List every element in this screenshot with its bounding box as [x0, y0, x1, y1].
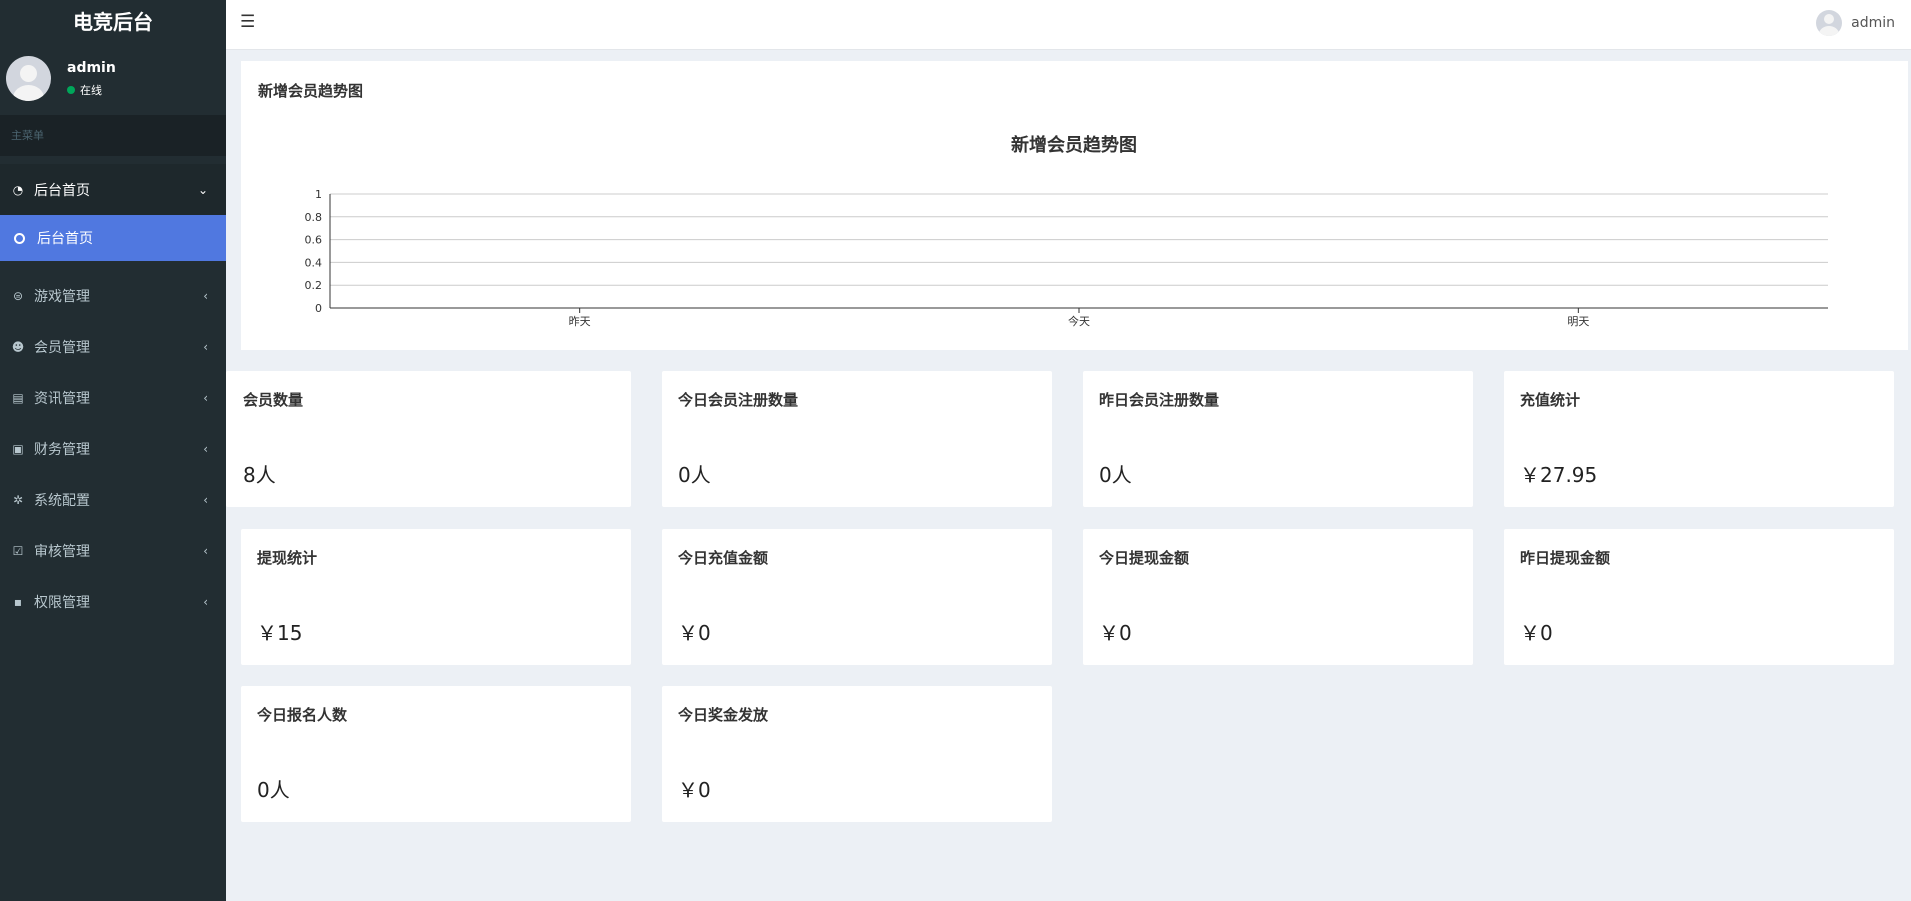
- y-tick-label: 0.8: [305, 211, 323, 224]
- y-tick-label: 0: [315, 302, 322, 315]
- stat-card-value: 8人: [243, 463, 276, 487]
- stat-card: 昨日会员注册数量 0人: [1083, 371, 1473, 507]
- sidebar-item-0[interactable]: ⊜ 游戏管理 ‹: [0, 270, 226, 321]
- sidebar: 电竞后台 admin 在线 主菜单 ◔ 后台首页 ⌄ 后台首页 ⊜ 游戏管理 ‹ ☻ 会…: [0, 0, 226, 901]
- sidebar-item-5[interactable]: ☑ 审核管理 ‹: [0, 525, 226, 576]
- stat-card: 提现统计 ￥15: [241, 529, 631, 665]
- stat-card-title: 昨日会员注册数量: [1099, 391, 1220, 409]
- top-user-menu[interactable]: admin: [1816, 10, 1895, 36]
- sidebar-item-label: 游戏管理: [34, 288, 90, 305]
- gamepad-icon: ⊜: [12, 288, 24, 303]
- sidebar-item-label: 后台首页: [34, 182, 90, 199]
- member-trend-chart: 新增会员趋势图 0 0.2 0.4 0.6 0.8 1 昨天 今天 明天: [305, 134, 1828, 328]
- gear-icon: ✲: [12, 492, 24, 507]
- stat-card-title: 昨日提现金额: [1520, 549, 1611, 567]
- sidebar-item-2[interactable]: ▤ 资讯管理 ‹: [0, 372, 226, 423]
- sidebar-item-label: 资讯管理: [34, 390, 90, 407]
- user-panel: admin 在线: [0, 41, 226, 116]
- sidebar-item-dashboard[interactable]: ◔ 后台首页 ⌄: [0, 164, 226, 215]
- sidebar-item-label: 审核管理: [34, 543, 90, 560]
- users-icon: ☻: [11, 339, 25, 354]
- y-tick-label: 0.2: [305, 279, 323, 292]
- sidebar-item-3[interactable]: ▣ 财务管理 ‹: [0, 423, 226, 474]
- stat-card-value: ￥0: [678, 778, 711, 802]
- top-user-name: admin: [1851, 15, 1895, 31]
- menu-toggle-icon[interactable]: ☰: [240, 12, 255, 32]
- newspaper-icon: ▤: [12, 390, 24, 405]
- y-tick-label: 0.6: [305, 234, 323, 247]
- x-tick-label: 明天: [1567, 315, 1589, 328]
- stat-card-title: 充值统计: [1520, 391, 1581, 409]
- sidebar-subitem-dashboard[interactable]: 后台首页: [0, 215, 226, 261]
- stat-card-value: ￥15: [257, 621, 303, 645]
- x-tick-label: 今天: [1068, 314, 1090, 328]
- sidebar-item-label: 会员管理: [34, 339, 90, 356]
- chevron-left-icon: ‹: [203, 390, 208, 405]
- sidebar-item-label: 权限管理: [34, 594, 90, 611]
- stat-card-value: 0人: [257, 778, 290, 802]
- chevron-left-icon: ‹: [203, 492, 208, 507]
- stat-card-value: ￥0: [1520, 621, 1553, 645]
- stat-card: 今日报名人数 0人: [241, 686, 631, 822]
- stat-card-value: 0人: [1099, 463, 1132, 487]
- chart-title: 新增会员趋势图: [1011, 134, 1137, 156]
- chevron-left-icon: ‹: [203, 339, 208, 354]
- sidebar-item-4[interactable]: ✲ 系统配置 ‹: [0, 474, 226, 525]
- stat-card-value: ￥0: [1099, 621, 1132, 645]
- sidebar-item-label: 系统配置: [34, 492, 90, 509]
- sidebar-item-1[interactable]: ☻ 会员管理 ‹: [0, 321, 226, 372]
- online-dot-icon: [67, 85, 75, 94]
- chevron-left-icon: ‹: [203, 594, 208, 609]
- stat-card: 今日奖金发放 ￥0: [662, 686, 1052, 822]
- stat-card: 今日提现金额 ￥0: [1083, 529, 1473, 665]
- avatar: [6, 56, 51, 101]
- sidebar-item-6[interactable]: ▪ 权限管理 ‹: [0, 576, 226, 627]
- stat-card-value: 0人: [678, 463, 711, 487]
- user-status: 在线: [67, 82, 116, 98]
- x-tick-label: 昨天: [569, 315, 591, 328]
- menu-header: 主菜单: [0, 115, 226, 156]
- dashboard-icon: ◔: [12, 182, 24, 197]
- stat-card-title: 今日提现金额: [1099, 549, 1190, 567]
- stat-card-title: 会员数量: [243, 391, 304, 409]
- chart-panel: 新增会员趋势图 新增会员趋势图 0 0.2 0.4 0.6 0.8 1 昨天 今天 明天: [241, 61, 1908, 350]
- stat-card: 充值统计 ￥27.95: [1504, 371, 1894, 507]
- stat-card: 今日会员注册数量 0人: [662, 371, 1052, 507]
- stat-card: 会员数量 8人: [226, 371, 631, 507]
- stat-card-title: 今日奖金发放: [678, 706, 769, 724]
- sidebar-subitem-label: 后台首页: [37, 231, 93, 247]
- chevron-down-icon: ⌄: [197, 182, 208, 197]
- stat-card-title: 提现统计: [257, 549, 318, 567]
- stat-card-title: 今日报名人数: [257, 706, 348, 724]
- stat-card-title: 今日充值金额: [678, 549, 769, 567]
- y-tick-label: 1: [315, 188, 322, 201]
- brand-logo[interactable]: 电竞后台: [0, 0, 226, 41]
- chevron-left-icon: ‹: [203, 441, 208, 456]
- user-name: admin: [67, 59, 116, 76]
- user-status-label: 在线: [80, 83, 102, 97]
- lock-icon: ▪: [13, 594, 23, 609]
- money-icon: ▣: [12, 441, 24, 456]
- stat-card-value: ￥0: [678, 621, 711, 645]
- avatar: [1816, 10, 1843, 36]
- chevron-left-icon: ‹: [203, 288, 208, 303]
- y-tick-label: 0.4: [305, 256, 323, 269]
- sidebar-item-label: 财务管理: [34, 441, 90, 458]
- stat-card-value: ￥27.95: [1520, 463, 1598, 487]
- stat-card: 昨日提现金额 ￥0: [1504, 529, 1894, 665]
- topbar: ☰ admin: [226, 0, 1911, 50]
- chevron-left-icon: ‹: [203, 543, 208, 558]
- check-square-icon: ☑: [12, 543, 24, 558]
- circle-icon: [14, 232, 25, 244]
- stat-card: 今日充值金额 ￥0: [662, 529, 1052, 665]
- stat-card-title: 今日会员注册数量: [678, 391, 799, 409]
